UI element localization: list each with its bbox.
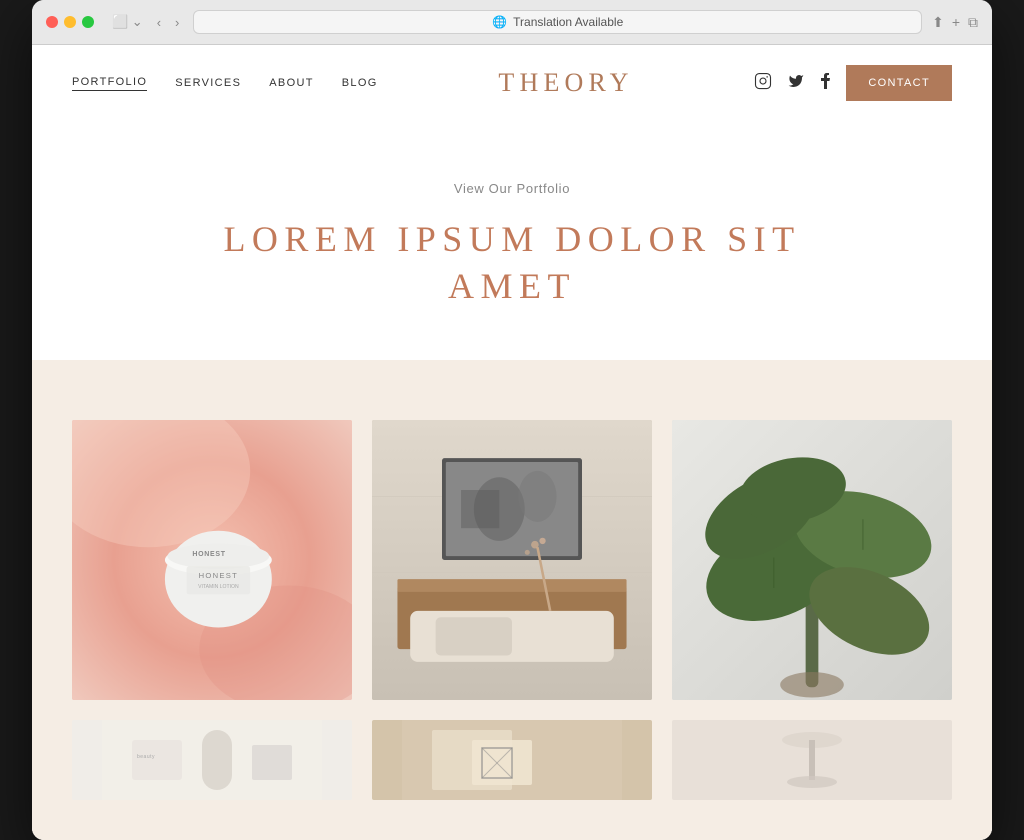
portfolio-grid-bottom: beauty	[72, 720, 952, 800]
portfolio-item-5[interactable]	[372, 720, 652, 800]
address-text: Translation Available	[513, 15, 623, 29]
portfolio-image-2	[372, 420, 652, 700]
nav-back[interactable]: ‹	[153, 13, 165, 32]
portfolio-image-5	[372, 720, 652, 800]
close-button[interactable]	[46, 16, 58, 28]
nav-blog[interactable]: BLOG	[342, 77, 378, 89]
instagram-icon[interactable]	[754, 72, 772, 95]
minimize-button[interactable]	[64, 16, 76, 28]
hero-section: View Our Portfolio LOREM IPSUM DOLOR SIT…	[32, 121, 992, 360]
svg-text:HONEST: HONEST	[199, 570, 238, 579]
nav-left: PORTFOLIO SERVICES ABOUT BLOG	[72, 76, 378, 91]
navigation: PORTFOLIO SERVICES ABOUT BLOG THEORY	[32, 45, 992, 121]
svg-text:beauty: beauty	[137, 754, 155, 760]
share-button[interactable]: ⬆	[932, 14, 944, 31]
new-tab-button[interactable]: +	[952, 14, 960, 30]
portfolio-image-4: beauty	[72, 720, 352, 800]
nav-about[interactable]: ABOUT	[269, 77, 314, 89]
facebook-icon[interactable]	[820, 72, 830, 95]
portfolio-image-6	[672, 720, 952, 800]
portfolio-item-4[interactable]: beauty	[72, 720, 352, 800]
portfolio-image-1: HONEST VITAMIN LOTION	[72, 420, 352, 700]
portfolio-grid: HONEST VITAMIN LOTION	[72, 420, 952, 700]
maximize-button[interactable]	[82, 16, 94, 28]
svg-text:VITAMIN LOTION: VITAMIN LOTION	[198, 584, 239, 590]
nav-portfolio[interactable]: PORTFOLIO	[72, 76, 147, 91]
portfolio-image-3	[672, 420, 952, 700]
portfolio-item-3[interactable]	[672, 420, 952, 700]
portfolio-item-6[interactable]	[672, 720, 952, 800]
back-button[interactable]: ⬜ ⌄	[108, 12, 147, 32]
portfolio-section: HONEST VITAMIN LOTION	[32, 360, 992, 840]
portfolio-item-1[interactable]: HONEST VITAMIN LOTION	[72, 420, 352, 700]
contact-button[interactable]: CONTACT	[846, 65, 952, 101]
hero-title: LOREM IPSUM DOLOR SIT AMET	[52, 216, 972, 310]
portfolio-item-2[interactable]	[372, 420, 652, 700]
traffic-lights	[46, 16, 94, 28]
tabs-button[interactable]: ⧉	[968, 14, 978, 31]
brand-logo[interactable]: THEORY	[498, 68, 633, 98]
nav-right: CONTACT	[754, 65, 952, 101]
nav-services[interactable]: SERVICES	[175, 77, 241, 89]
browser-chrome: ⬜ ⌄ ‹ › 🌐 Translation Available ⬆ + ⧉	[32, 0, 992, 45]
website-content: PORTFOLIO SERVICES ABOUT BLOG THEORY	[32, 45, 992, 840]
twitter-icon[interactable]	[788, 73, 804, 94]
translation-icon: 🌐	[492, 15, 507, 29]
browser-window: ⬜ ⌄ ‹ › 🌐 Translation Available ⬆ + ⧉ PO…	[32, 0, 992, 840]
address-bar[interactable]: 🌐 Translation Available	[193, 10, 922, 34]
browser-actions: ⬆ + ⧉	[932, 14, 978, 31]
browser-controls: ⬜ ⌄ ‹ ›	[108, 12, 183, 32]
hero-subtitle: View Our Portfolio	[52, 181, 972, 196]
nav-forward[interactable]: ›	[171, 13, 183, 32]
